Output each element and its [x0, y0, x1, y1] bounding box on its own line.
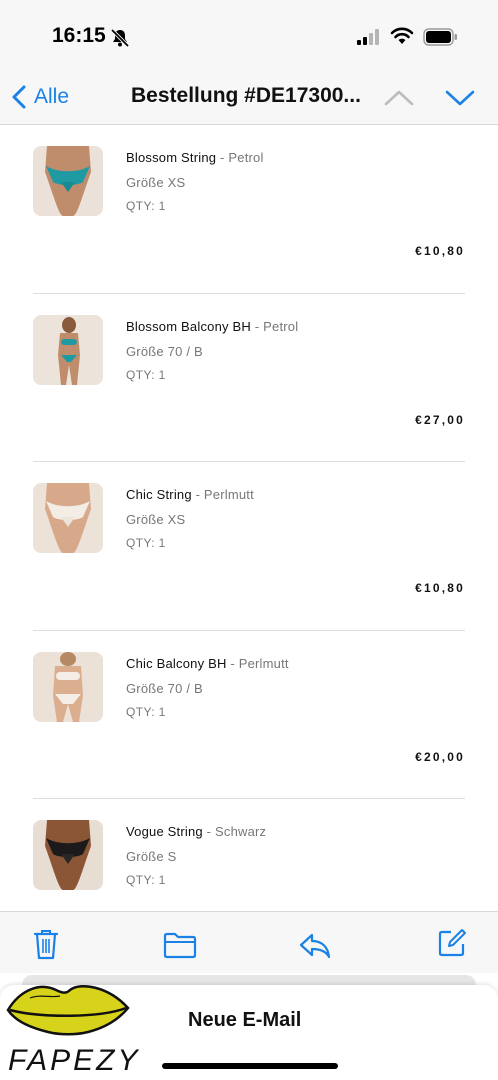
item-variant: - Petrol: [254, 318, 299, 334]
signal-icon: [357, 29, 379, 45]
product-image-vogue-string: [33, 820, 103, 890]
order-item[interactable]: Blossom Balcony BH - Petrol Größe 70 / B…: [33, 294, 465, 462]
reply-icon[interactable]: [298, 931, 332, 959]
item-variant: - Perlmutt: [230, 655, 289, 671]
item-size: Größe XS: [126, 512, 186, 527]
chevron-down-icon[interactable]: [443, 84, 477, 112]
item-name: Blossom Balcony BH: [126, 318, 251, 334]
chevron-left-icon: [12, 85, 26, 109]
fapezy-lips-logo: FAPEZY: [6, 984, 140, 1077]
product-image-chic-string: [33, 483, 103, 553]
order-items-list: Blossom String - Petrol Größe XS QTY: 1 …: [0, 125, 498, 911]
svg-text:FAPEZY: FAPEZY: [8, 1044, 140, 1077]
item-qty: QTY: 1: [126, 199, 166, 213]
wifi-icon: [390, 27, 414, 44]
item-size: Größe XS: [126, 175, 186, 190]
item-price: €27,00: [415, 412, 465, 427]
item-name: Blossom String: [126, 150, 217, 165]
folder-icon[interactable]: [163, 931, 197, 959]
item-qty: QTY: 1: [126, 536, 166, 550]
item-price: €10,80: [415, 581, 465, 595]
nav-bar: Alle Bestellung #DE17300...: [0, 70, 498, 125]
item-name: Vogue String: [126, 824, 203, 839]
product-image-blossom-balcony-bh: [33, 314, 103, 385]
home-indicator[interactable]: [162, 1063, 338, 1069]
bell-slash-icon: [110, 28, 130, 48]
page-title: Bestellung #DE17300...: [131, 84, 361, 107]
order-item[interactable]: Chic String - Perlmutt Größe XS QTY: 1 €…: [33, 462, 465, 631]
item-qty: QTY: 1: [126, 704, 166, 719]
compose-title: Neue E-Mail: [188, 1009, 302, 1031]
item-price: €20,00: [415, 749, 465, 764]
trash-icon[interactable]: [32, 928, 60, 960]
item-qty: QTY: 1: [126, 367, 166, 382]
chevron-up-icon[interactable]: [382, 84, 416, 112]
compose-icon[interactable]: [437, 928, 467, 958]
item-size: Größe 70 / B: [126, 343, 203, 359]
item-qty: QTY: 1: [126, 873, 166, 887]
item-variant: - Schwarz: [206, 824, 267, 839]
product-image-blossom-string: [33, 146, 103, 216]
order-item[interactable]: Vogue String - Schwarz Größe S QTY: 1: [33, 799, 465, 911]
status-time: 16:15: [52, 24, 106, 47]
item-price: €10,80: [415, 244, 465, 258]
order-item[interactable]: Chic Balcony BH - Perlmutt Größe 70 / B …: [33, 631, 465, 799]
item-variant: - Perlmutt: [195, 487, 254, 502]
product-image-chic-balcony-bh: [33, 651, 103, 722]
back-label: Alle: [34, 85, 70, 108]
item-name: Chic Balcony BH: [126, 655, 227, 671]
item-size: Größe 70 / B: [126, 680, 203, 696]
item-size: Größe S: [126, 849, 177, 864]
new-mail-sheet[interactable]: FAPEZY Neue E-Mail: [0, 984, 498, 1080]
status-bar: 16:15: [0, 0, 498, 70]
back-button[interactable]: Alle: [10, 80, 69, 114]
item-name: Chic String: [126, 487, 192, 502]
item-variant: - Petrol: [220, 150, 264, 165]
mail-toolbar: [0, 911, 498, 973]
battery-icon: [423, 28, 457, 46]
order-item[interactable]: Blossom String - Petrol Größe XS QTY: 1 …: [33, 125, 465, 294]
